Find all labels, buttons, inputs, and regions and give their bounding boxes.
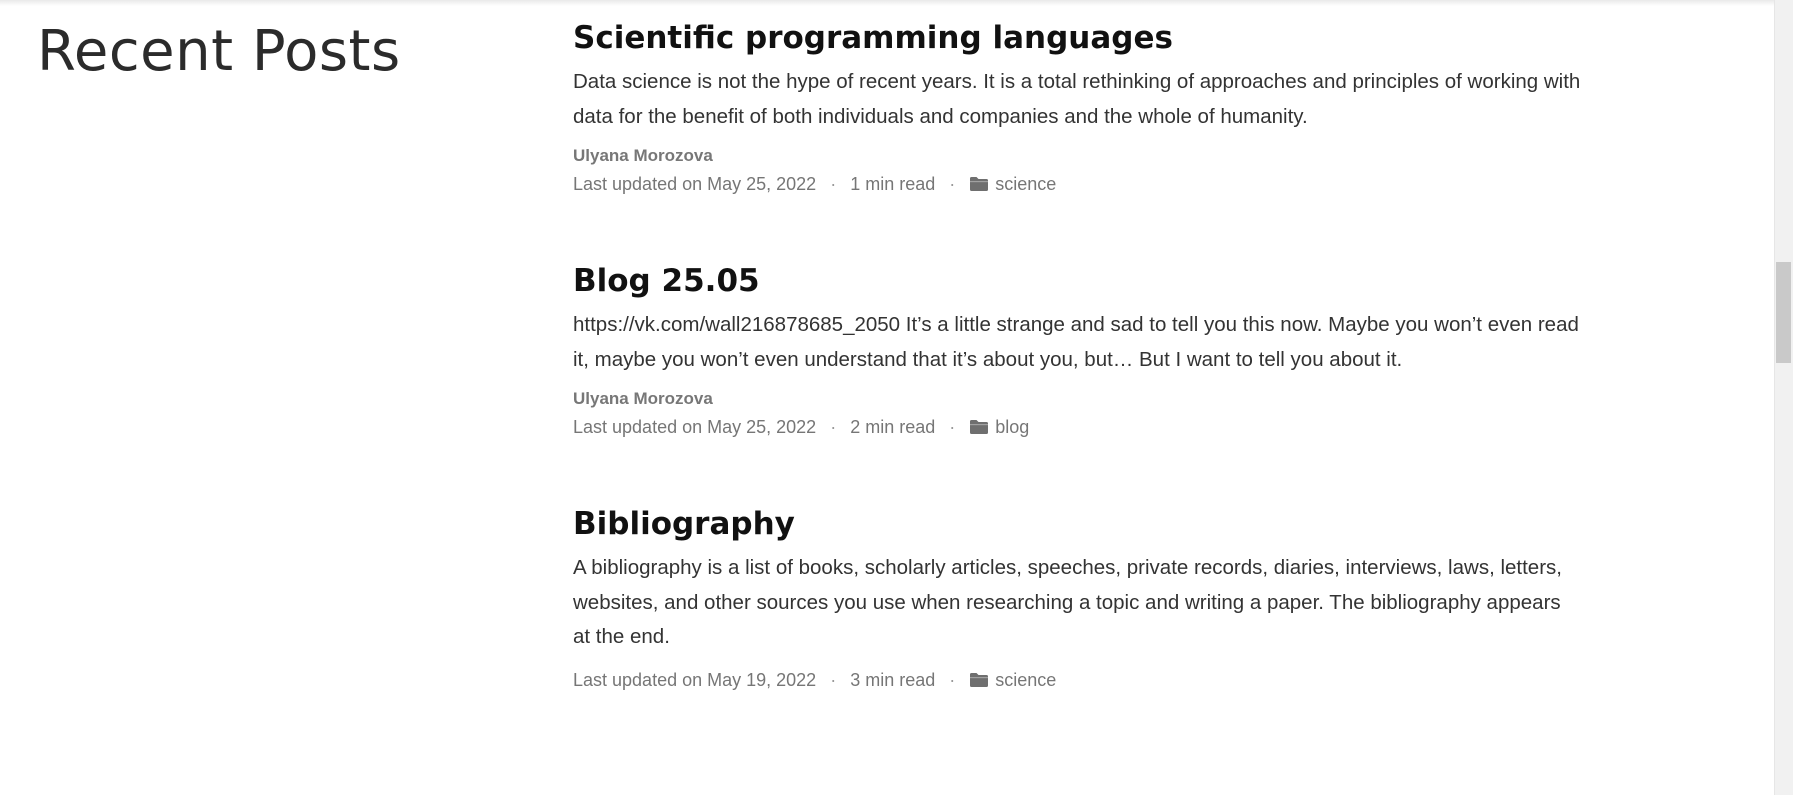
scrollbar-track[interactable] <box>1774 0 1793 795</box>
post-card: Blog 25.05 https://vk.com/wall216878685_… <box>573 255 1583 438</box>
post-updated-date: Last updated on May 25, 2022 <box>573 417 817 437</box>
post-meta: Last updated on May 25, 2022 · 1 min rea… <box>573 173 1583 195</box>
post-title-link[interactable]: Scientific programming languages <box>573 12 1583 64</box>
post-meta: Last updated on May 25, 2022 · 2 min rea… <box>573 416 1583 438</box>
post-updated-date: Last updated on May 19, 2022 <box>573 669 817 690</box>
post-read-time: 2 min read <box>850 417 936 437</box>
post-title-link[interactable]: Blog 25.05 <box>573 255 1583 307</box>
scrollbar-thumb[interactable] <box>1776 262 1791 363</box>
post-meta: Last updated on May 19, 2022 · 3 min rea… <box>573 669 1583 691</box>
post-updated-date: Last updated on May 25, 2022 <box>573 174 817 194</box>
post-category-link[interactable]: science <box>995 173 1056 195</box>
folder-icon <box>970 420 989 434</box>
post-category-link[interactable]: science <box>995 669 1056 691</box>
post-read-time: 3 min read <box>850 669 936 690</box>
meta-separator: · <box>830 174 837 194</box>
section-title: Recent Posts <box>37 19 401 84</box>
post-card: Scientific programming languages Data sc… <box>573 12 1583 195</box>
header-shadow <box>0 0 1774 6</box>
folder-icon <box>970 672 989 687</box>
page: Recent Posts Scientific programming lang… <box>0 0 1793 795</box>
meta-separator: · <box>830 669 837 690</box>
post-read-time: 1 min read <box>850 174 936 194</box>
post-title-link[interactable]: Bibliography <box>573 498 1583 550</box>
meta-separator: · <box>949 174 956 194</box>
post-summary: A bibliography is a list of books, schol… <box>573 556 1562 648</box>
post-category-link[interactable]: blog <box>995 416 1029 438</box>
folder-icon <box>970 177 989 191</box>
meta-separator: · <box>949 417 956 437</box>
meta-separator: · <box>830 417 837 437</box>
meta-separator: · <box>949 669 956 690</box>
post-summary: https://vk.com/wall216878685_2050 It’s a… <box>573 313 1579 371</box>
post-summary: Data science is not the hype of recent y… <box>573 70 1581 128</box>
post-list: Scientific programming languages Data sc… <box>573 12 1583 691</box>
post-card: Bibliography A bibliography is a list of… <box>573 498 1583 691</box>
post-author-link[interactable]: Ulyana Morozova <box>573 145 1583 167</box>
post-author-link[interactable]: Ulyana Morozova <box>573 388 1583 410</box>
